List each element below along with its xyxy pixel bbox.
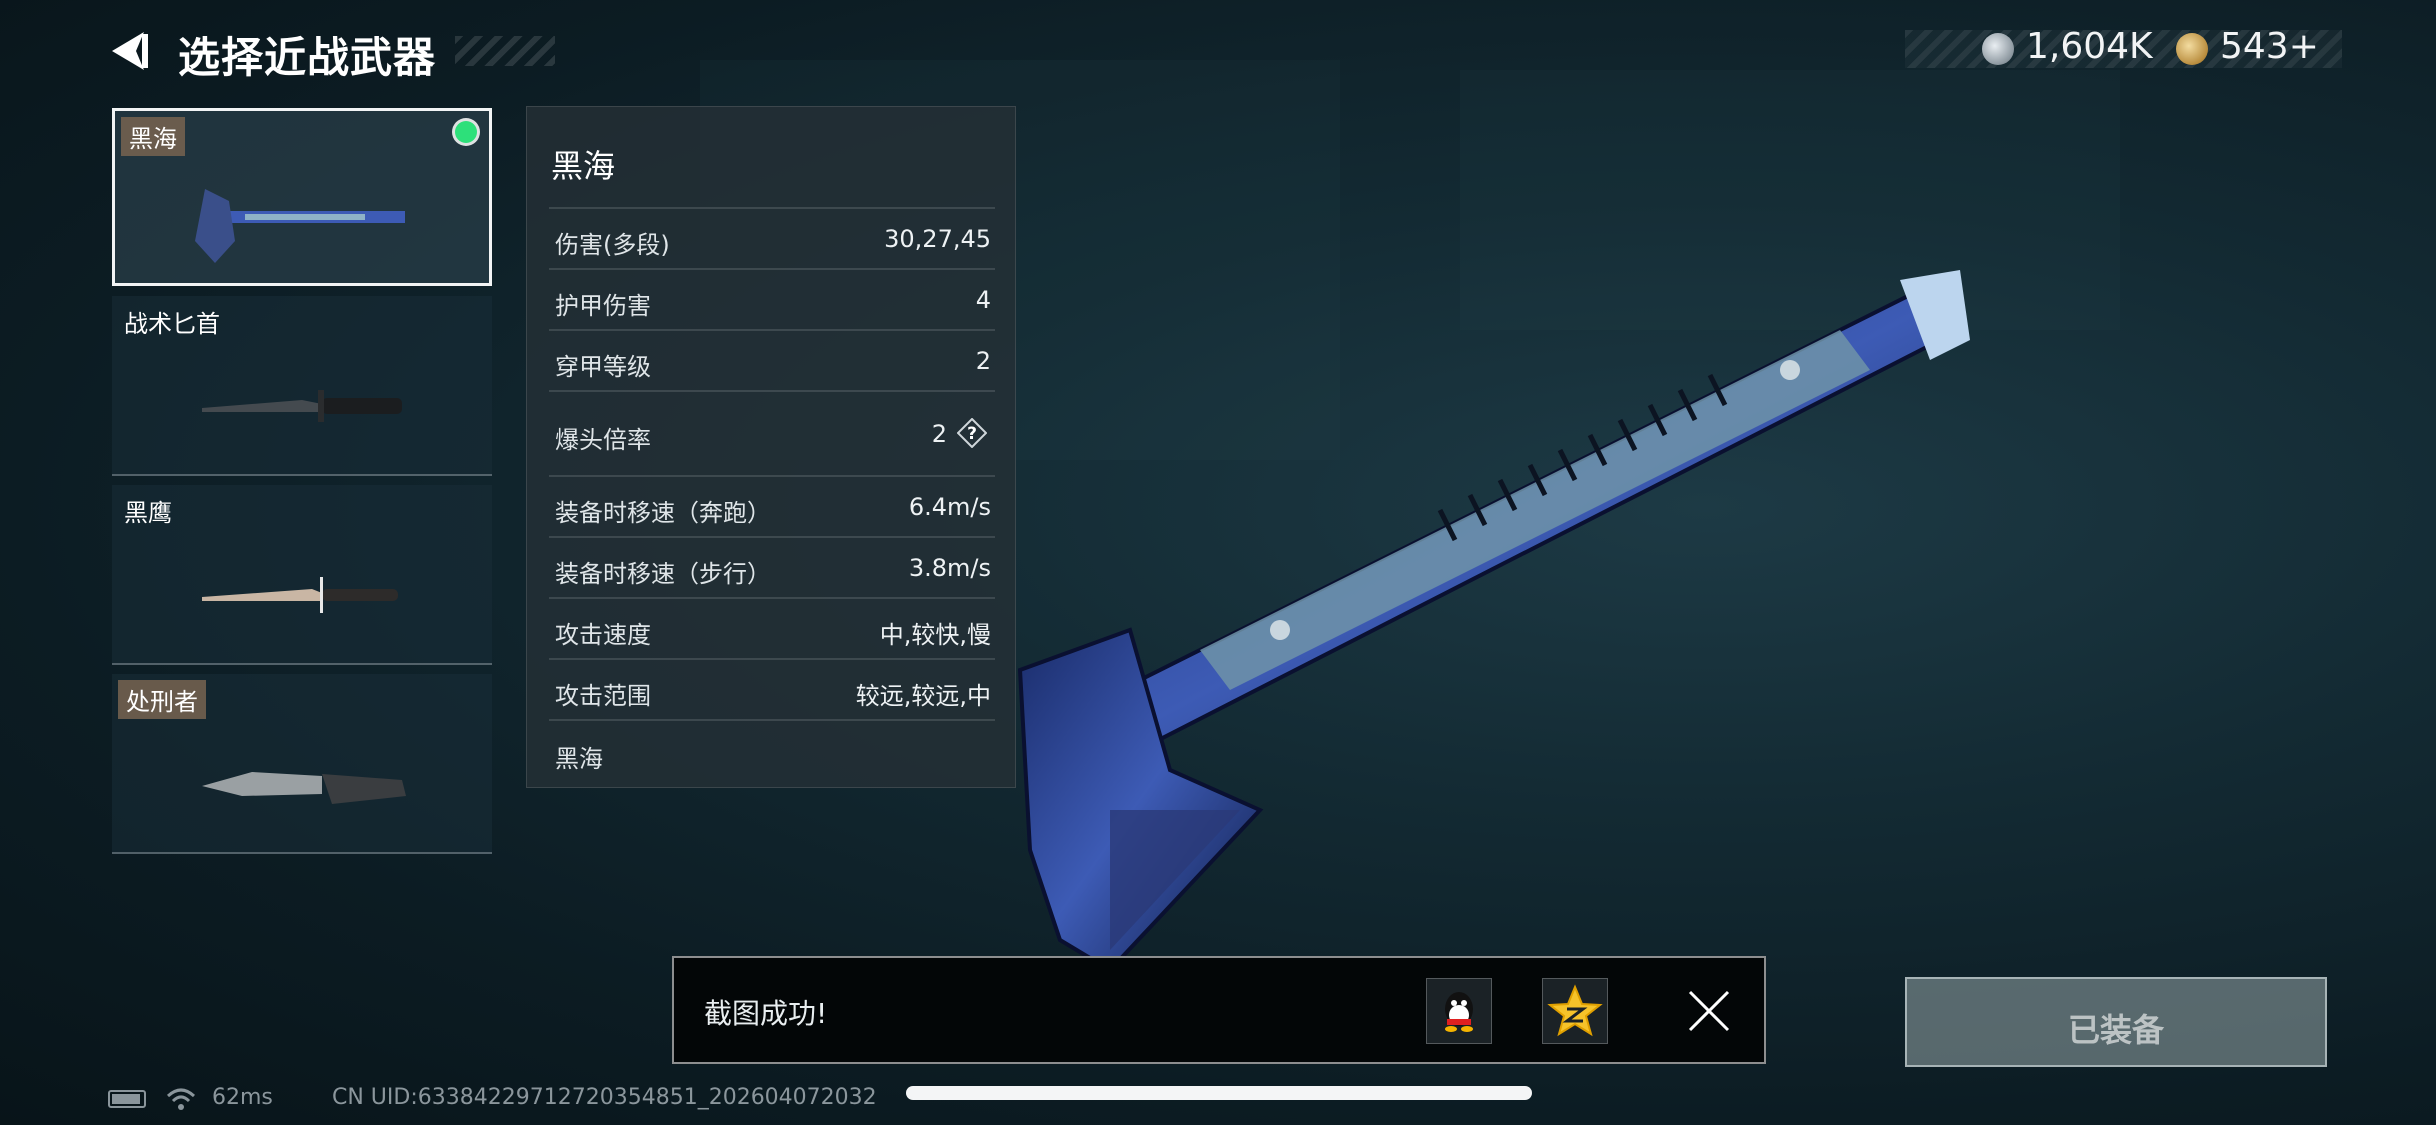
help-icon[interactable]: ? xyxy=(957,418,987,448)
battery-icon xyxy=(108,1090,146,1108)
silver-coin-icon xyxy=(1982,33,2014,65)
stats-weapon-name: 黑海 xyxy=(551,147,616,185)
stat-value: 6.4m/s xyxy=(908,493,991,521)
share-qzone-button[interactable] xyxy=(1542,978,1608,1044)
weapon-card-name: 处刑者 xyxy=(118,680,206,719)
stat-row-attack-speed: 攻击速度 中,较快,慢 xyxy=(549,597,995,659)
page-title: 选择近战武器 xyxy=(178,33,437,82)
stat-row-armor-damage: 护甲伤害 4 xyxy=(549,268,995,330)
gold-coin-value[interactable]: 543+ xyxy=(2220,26,2319,67)
title-decoration xyxy=(455,36,555,66)
weapon-card-tactical-knife[interactable]: 战术匕首 xyxy=(112,296,492,476)
svg-text:?: ? xyxy=(967,424,977,444)
back-arrow-icon[interactable] xyxy=(108,28,154,74)
weapon-card-black-hawk[interactable]: 黑鹰 xyxy=(112,485,492,665)
stat-value: 较远,较远,中 xyxy=(855,682,991,710)
silver-coin-value: 1,604K xyxy=(2026,26,2153,67)
stat-value: 2 xyxy=(931,420,947,448)
gold-coin-icon xyxy=(2176,33,2208,65)
axe-thumbnail-icon xyxy=(195,189,405,263)
stat-value: 2 xyxy=(975,347,991,375)
qzone-icon xyxy=(1547,984,1603,1037)
stat-value: 4 xyxy=(975,286,991,314)
stat-label: 装备时移速（奔跑） xyxy=(555,499,771,527)
wifi-icon xyxy=(166,1088,196,1110)
stat-row-attack-range: 攻击范围 较远,较远,中 xyxy=(549,658,995,720)
stat-label: 伤害(多段) xyxy=(555,231,670,259)
weapon-card-heihai[interactable]: 黑海 xyxy=(112,108,492,286)
qq-icon xyxy=(1445,992,1473,1032)
weapon-card-name: 黑海 xyxy=(121,117,185,156)
equipped-indicator-icon xyxy=(455,121,477,143)
stat-label: 攻击速度 xyxy=(555,621,651,649)
equipped-button[interactable]: 已装备 xyxy=(1905,977,2327,1067)
stat-row-headshot: 爆头倍率 2 ? xyxy=(549,390,995,476)
stat-row-walk-speed: 装备时移速（步行） 3.8m/s xyxy=(549,536,995,598)
share-qq-button[interactable] xyxy=(1426,978,1492,1044)
weapon-card-executioner[interactable]: 处刑者 xyxy=(112,674,492,854)
stat-label: 装备时移速（步行） xyxy=(555,560,771,588)
stat-value: 中,较快,慢 xyxy=(879,621,991,649)
stat-row-penetration: 穿甲等级 2 xyxy=(549,329,995,391)
stat-value: 3.8m/s xyxy=(908,554,991,582)
user-uid: CN UID:6338422971272035485​1_20260407203… xyxy=(332,1085,877,1110)
stat-label: 攻击范围 xyxy=(555,682,651,710)
knife-thumbnail-icon xyxy=(202,772,406,804)
weapon-stats-panel: 黑海 伤害(多段) 30,27,45 护甲伤害 4 穿甲等级 2 爆头倍率 2 … xyxy=(526,106,1016,788)
ping-value: 62ms xyxy=(212,1085,273,1110)
close-icon[interactable] xyxy=(1686,988,1732,1034)
knife-thumbnail-icon xyxy=(202,577,398,613)
toast-message: 截图成功! xyxy=(704,997,828,1030)
screenshot-toast: 截图成功! xyxy=(672,956,1766,1064)
equipped-button-label: 已装备 xyxy=(2067,1011,2164,1049)
stats-footer-text: 黑海 xyxy=(555,745,603,773)
stat-row-skin-name: 黑海 xyxy=(549,719,995,781)
home-indicator[interactable] xyxy=(906,1086,1532,1100)
weapon-card-name: 战术匕首 xyxy=(124,310,220,338)
stat-label: 爆头倍率 xyxy=(555,426,651,454)
stat-row-run-speed: 装备时移速（奔跑） 6.4m/s xyxy=(549,475,995,537)
stat-label: 穿甲等级 xyxy=(555,353,651,381)
knife-thumbnail-icon xyxy=(202,390,402,422)
stat-value: 30,27,45 xyxy=(884,225,991,253)
stat-row-damage: 伤害(多段) 30,27,45 xyxy=(549,207,995,269)
weapon-preview-image xyxy=(1017,270,1970,973)
stat-label: 护甲伤害 xyxy=(555,292,651,320)
weapon-card-name: 黑鹰 xyxy=(124,499,172,527)
